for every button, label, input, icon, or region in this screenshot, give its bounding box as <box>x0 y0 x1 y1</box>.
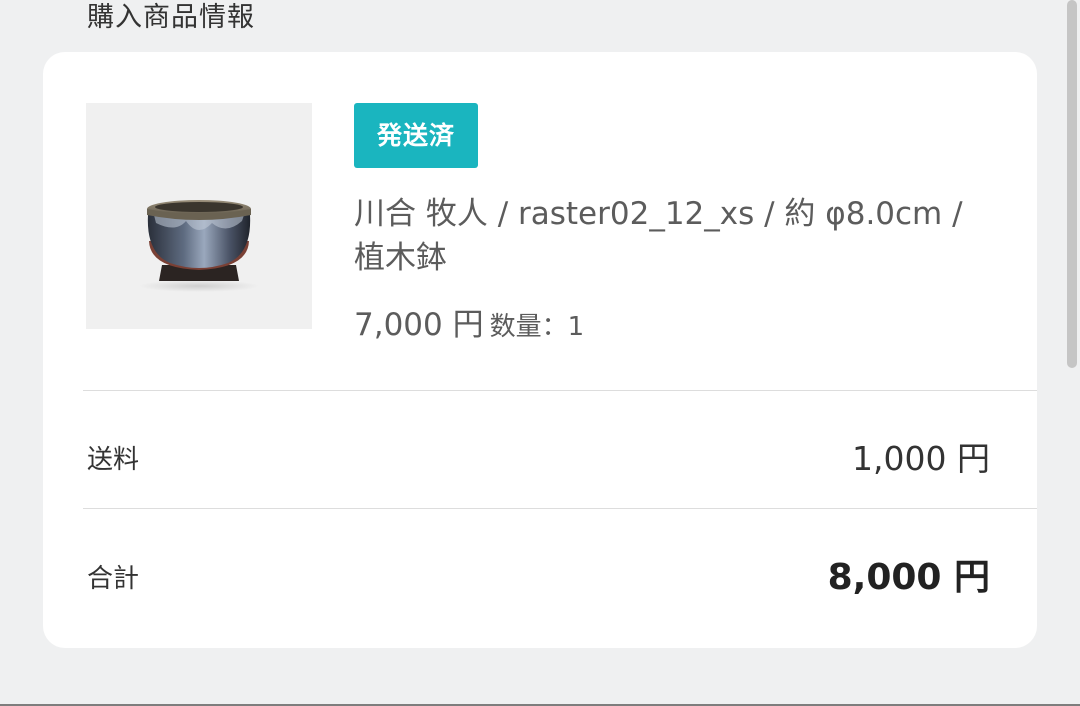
shipped-status-badge: 発送済 <box>354 103 478 168</box>
shipping-value: 1,000 円 <box>852 439 990 478</box>
divider <box>83 508 1037 509</box>
shipping-label: 送料 <box>87 445 140 475</box>
bonsai-pot-image-icon <box>139 200 259 292</box>
total-value: 8,000 円 <box>827 557 990 598</box>
total-label: 合計 <box>87 564 140 594</box>
product-image[interactable] <box>86 103 312 329</box>
product-row[interactable]: 発送済 川合 牧人 / raster02_12_xs / 約 φ8.0cm / … <box>43 52 1037 390</box>
product-name-link[interactable]: 川合 牧人 / raster02_12_xs / 約 φ8.0cm / 植木鉢 <box>354 192 979 280</box>
price-line: 7,000 円数量：1 <box>354 305 584 347</box>
order-item-card: 発送済 川合 牧人 / raster02_12_xs / 約 φ8.0cm / … <box>43 52 1037 648</box>
divider <box>83 390 1037 391</box>
scrollbar[interactable] <box>1067 0 1077 368</box>
section-title: 購入商品情報 <box>87 2 255 33</box>
product-quantity: 数量：1 <box>489 312 585 342</box>
product-price: 7,000 円 <box>354 307 484 343</box>
